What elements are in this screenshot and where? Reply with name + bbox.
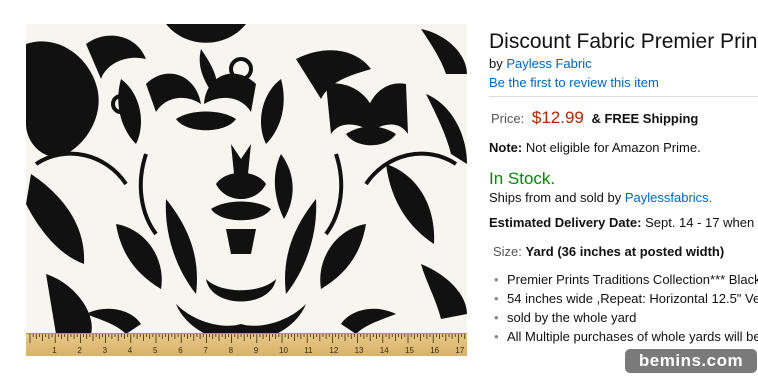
delivery-text: Sept. 14 - 17 when: [645, 215, 755, 230]
free-shipping-label: & FREE Shipping: [591, 111, 699, 126]
watermark: bemins.com: [625, 349, 757, 373]
byline-prefix: by: [489, 56, 503, 71]
ruler-number: 16: [430, 346, 439, 355]
ruler-number: 2: [77, 346, 82, 355]
ruler-number: 4: [128, 346, 133, 355]
size-value: Yard (36 inches at posted width): [525, 244, 725, 259]
size-label: Size:: [493, 244, 522, 259]
price-value: $12.99: [531, 108, 584, 127]
feature-bullet: sold by the whole yard: [489, 308, 758, 327]
prime-note: Note: Not eligible for Amazon Prime.: [489, 140, 701, 155]
damask-pattern: [26, 24, 467, 356]
product-title: Discount Fabric Premier Prints: [489, 30, 758, 53]
brand-link[interactable]: Payless Fabric: [506, 56, 591, 71]
ruler-number: 8: [229, 346, 234, 355]
feature-bullets: Premier Prints Traditions Collection*** …: [489, 270, 758, 346]
ruler-ticks: 1 2 3 4 5 6 7 8 9 10 11 12 13 14 15 16 17: [29, 334, 466, 355]
ruler-number: 3: [103, 346, 108, 355]
measuring-ruler: 1 2 3 4 5 6 7 8 9 10 11 12 13 14 15 16 17: [26, 333, 467, 356]
ruler-number: 9: [254, 346, 259, 355]
note-text: Not eligible for Amazon Prime.: [525, 140, 701, 155]
byline: by Payless Fabric: [489, 56, 592, 71]
feature-bullet: Premier Prints Traditions Collection*** …: [489, 270, 758, 289]
ruler-number: 11: [304, 346, 313, 355]
feature-bullet: 54 inches wide ,Repeat: Horizontal 12.5"…: [489, 289, 758, 308]
ruler-number: 7: [203, 346, 208, 355]
ruler-number: 13: [355, 346, 364, 355]
review-link[interactable]: Be the first to review this item: [489, 75, 659, 90]
product-info-panel: Discount Fabric Premier Prints by Payles…: [489, 0, 758, 376]
ruler-number: 12: [329, 346, 338, 355]
stock-status: In Stock.: [489, 169, 556, 188]
delivery-label: Estimated Delivery Date:: [489, 215, 642, 230]
price-label: Price:: [491, 111, 525, 126]
ships-prefix: Ships from and sold by: [489, 190, 622, 205]
seller-link[interactable]: Paylessfabrics.: [625, 190, 712, 205]
ruler-number: 17: [455, 346, 464, 355]
ruler-number: 14: [380, 346, 389, 355]
product-image[interactable]: 1 2 3 4 5 6 7 8 9 10 11 12 13 14 15 16 17: [26, 24, 467, 356]
price-row: Price: $12.99 & FREE Shipping: [491, 108, 698, 128]
ruler-number: 1: [52, 346, 57, 355]
feature-bullet: All Multiple purchases of whole yards wi…: [489, 327, 758, 346]
size-selector[interactable]: Size: Yard (36 inches at posted width): [493, 244, 724, 259]
note-label: Note:: [489, 140, 523, 155]
divider: [489, 96, 758, 97]
delivery-date: Estimated Delivery Date: Sept. 14 - 17 w…: [489, 215, 754, 230]
ruler-number: 15: [405, 346, 414, 355]
ruler-number: 6: [178, 346, 183, 355]
ships-from: Ships from and sold by Paylessfabrics.: [489, 190, 712, 205]
ruler-number: 10: [279, 346, 288, 355]
ruler-number: 5: [153, 346, 158, 355]
